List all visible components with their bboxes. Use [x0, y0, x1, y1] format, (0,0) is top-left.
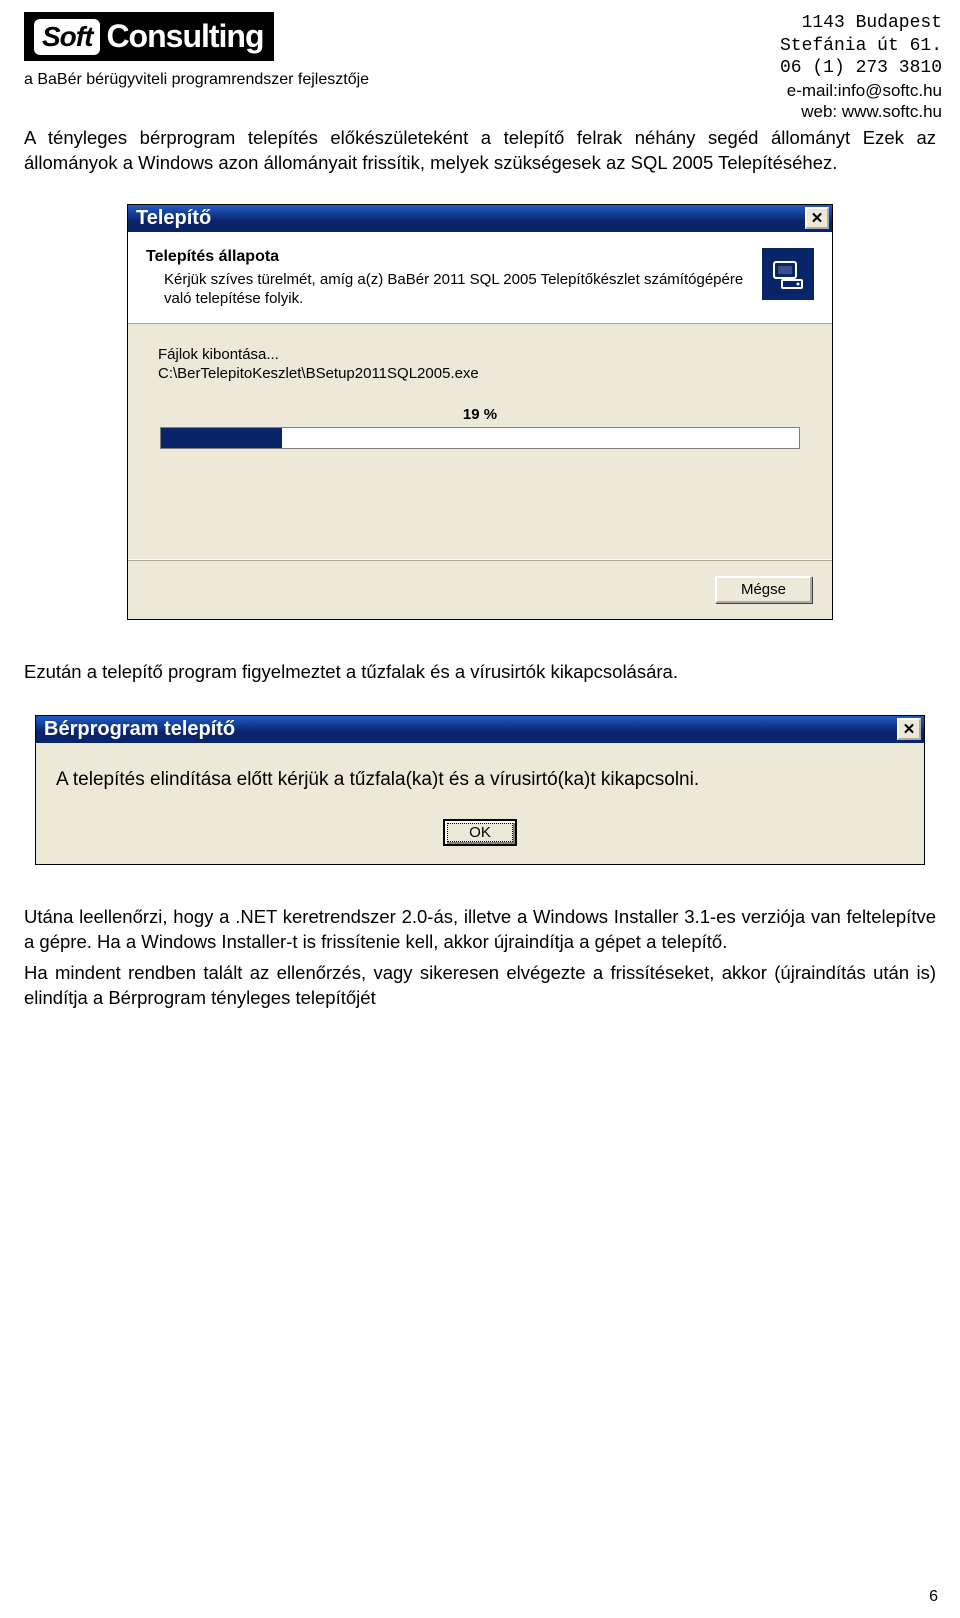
- addr-line: Stefánia út 61.: [780, 35, 942, 58]
- progress-percent: 19 %: [158, 406, 802, 423]
- progress-fill: [161, 428, 282, 448]
- logo-soft-text: Soft: [34, 19, 100, 55]
- warning-dialog: Bérprogram telepítő ✕ A telepítés elindí…: [35, 715, 925, 865]
- addr-line: 1143 Budapest: [780, 12, 942, 35]
- file-path: C:\BerTelepitoKeszlet\BSetup2011SQL2005.…: [158, 365, 802, 382]
- addr-email: e-mail:info@softc.hu: [780, 80, 942, 101]
- logo: Soft Consulting: [24, 12, 274, 61]
- status-text: Kérjük szíves türelmét, amíg a(z) BaBér …: [146, 270, 750, 309]
- ok-button[interactable]: OK: [443, 819, 517, 846]
- close-button[interactable]: ✕: [805, 207, 829, 229]
- installer-dialog: Telepítő ✕ Telepítés állapota Kérjük szí…: [127, 204, 833, 620]
- dialog-titlebar: Telepítő ✕: [128, 205, 832, 232]
- dialog-message: A telepítés elindítása előtt kérjük a tű…: [36, 743, 924, 819]
- dialog-body: Fájlok kibontása... C:\BerTelepitoKeszle…: [128, 324, 832, 559]
- progress-bar: [160, 427, 800, 449]
- close-icon: ✕: [903, 722, 916, 737]
- page-header: Soft Consulting a BaBér bérügyviteli pro…: [0, 0, 960, 126]
- logo-block: Soft Consulting a BaBér bérügyviteli pro…: [24, 12, 369, 89]
- addr-web: web: www.softc.hu: [780, 101, 942, 122]
- installer-icon: [762, 248, 814, 300]
- status-heading: Telepítés állapota: [146, 248, 750, 266]
- dialog-title-text: Bérprogram telepítő: [44, 718, 235, 741]
- dialog-header-panel: Telepítés állapota Kérjük szíves türelmé…: [128, 232, 832, 324]
- company-address: 1143 Budapest Stefánia út 61. 06 (1) 273…: [780, 12, 942, 122]
- dialog-button-row: OK: [36, 819, 924, 864]
- cancel-button[interactable]: Mégse: [715, 576, 812, 603]
- paragraph-2: Ezután a telepítő program figyelmeztet a…: [0, 660, 960, 685]
- page-number: 6: [929, 1588, 938, 1606]
- close-button[interactable]: ✕: [897, 718, 921, 740]
- paragraph-3: Utána leellenőrzi, hogy a .NET keretrend…: [0, 905, 960, 955]
- paragraph-1: A tényleges bérprogram telepítés előkész…: [0, 126, 960, 176]
- logo-subtitle: a BaBér bérügyviteli programrendszer fej…: [24, 71, 369, 89]
- close-icon: ✕: [811, 211, 824, 226]
- paragraph-4: Ha mindent rendben talált az ellenőrzés,…: [0, 961, 960, 1011]
- dialog-titlebar: Bérprogram telepítő ✕: [36, 716, 924, 743]
- dialog-title-text: Telepítő: [136, 207, 211, 230]
- extracting-label: Fájlok kibontása...: [158, 346, 802, 363]
- dialog-button-row: Mégse: [128, 559, 832, 619]
- logo-consulting-text: Consulting: [106, 18, 263, 55]
- addr-line: 06 (1) 273 3810: [780, 57, 942, 80]
